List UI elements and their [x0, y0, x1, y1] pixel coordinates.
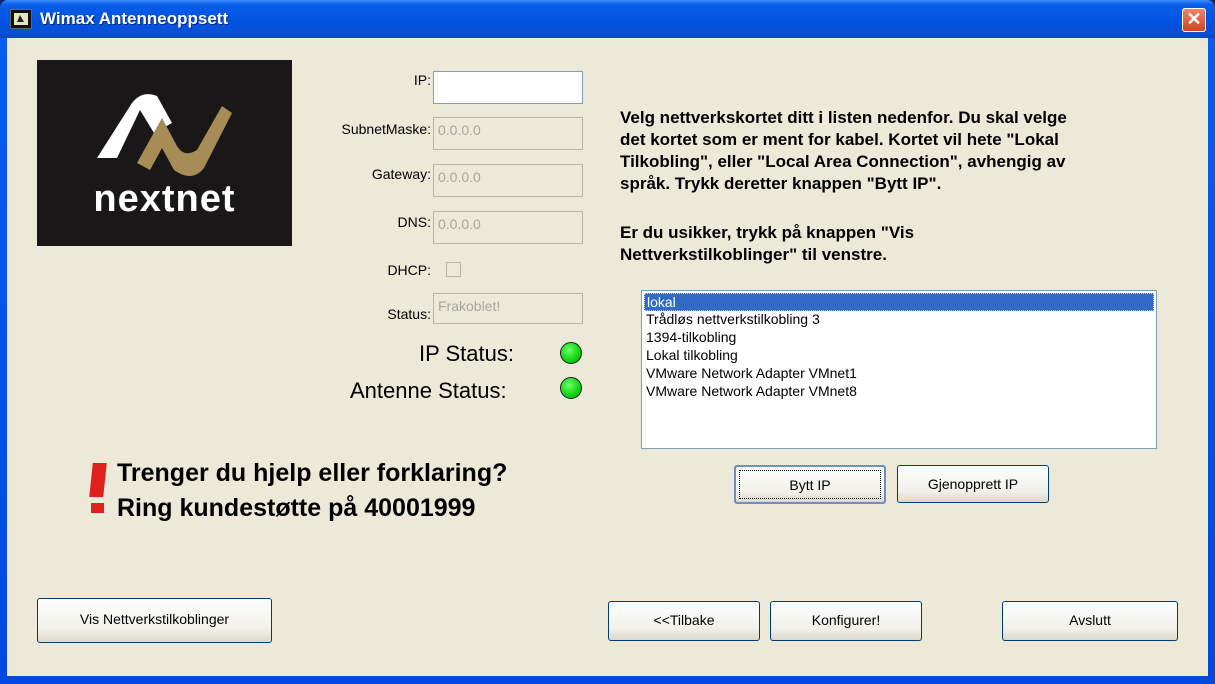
- antenne-status-label: Antenne Status:: [350, 378, 507, 403]
- subnet-label: SubnetMaske:: [341, 121, 432, 137]
- exclamation-icon: [89, 463, 109, 513]
- ip-status-label: IP Status:: [419, 341, 514, 366]
- help-line-2: Ring kundestøtte på 40001999: [117, 494, 476, 522]
- bytt-ip-button[interactable]: Bytt IP: [734, 465, 886, 504]
- antenne-status-led: [560, 377, 582, 399]
- status-label: Status:: [387, 306, 431, 322]
- status-field: Frakoblet!: [433, 293, 583, 324]
- instructions-paragraph-2: Er du usikker, trykk på knappen "Vis Net…: [620, 223, 915, 264]
- list-item[interactable]: Trådløs nettverkstilkobling 3: [644, 311, 1154, 329]
- title-bar[interactable]: Wimax Antenneoppsett ✕: [0, 0, 1215, 38]
- ip-status-led: [560, 342, 582, 364]
- bytt-ip-label: Bytt IP: [739, 470, 881, 499]
- list-item[interactable]: Lokal tilkobling: [644, 347, 1154, 365]
- tilbake-button[interactable]: <<Tilbake: [608, 601, 760, 641]
- gateway-input[interactable]: 0.0.0.0: [433, 164, 583, 197]
- gateway-label: Gateway:: [371, 166, 431, 182]
- avslutt-button[interactable]: Avslutt: [1002, 601, 1178, 641]
- adapter-listbox[interactable]: lokal Trådløs nettverkstilkobling 3 1394…: [641, 290, 1157, 449]
- konfigurer-button[interactable]: Konfigurer!: [770, 601, 922, 641]
- app-window: Wimax Antenneoppsett ✕ nextnet IP: Subne…: [0, 0, 1215, 684]
- ip-input[interactable]: [433, 71, 583, 104]
- gjenopprett-ip-button[interactable]: Gjenopprett IP: [897, 465, 1049, 503]
- list-item[interactable]: lokal: [644, 293, 1154, 311]
- logo-text: nextnet: [93, 178, 236, 220]
- logo-mark-icon: [97, 94, 232, 177]
- instructions-paragraph-1: Velg nettverkskortet ditt i listen neden…: [620, 108, 1067, 193]
- client-area: nextnet IP: SubnetMaske: 0.0.0.0 Gateway…: [7, 38, 1208, 676]
- dns-label: DNS:: [397, 214, 431, 230]
- vis-nettverkstilkoblinger-button[interactable]: Vis Nettverkstilkoblinger: [37, 598, 272, 643]
- window-title: Wimax Antenneoppsett: [40, 9, 229, 28]
- dns-input[interactable]: 0.0.0.0: [433, 211, 583, 244]
- list-item[interactable]: VMware Network Adapter VMnet1: [644, 365, 1154, 383]
- ip-label: IP:: [413, 72, 431, 88]
- subnet-input[interactable]: 0.0.0.0: [433, 117, 583, 150]
- close-button[interactable]: ✕: [1182, 8, 1206, 32]
- app-icon: [10, 9, 32, 29]
- nextnet-logo: nextnet: [37, 60, 292, 246]
- help-line-1: Trenger du hjelp eller forklaring?: [117, 459, 508, 487]
- dhcp-checkbox[interactable]: [446, 262, 461, 277]
- list-item[interactable]: 1394-tilkobling: [644, 329, 1154, 347]
- list-item[interactable]: VMware Network Adapter VMnet8: [644, 383, 1154, 401]
- dhcp-label: DHCP:: [387, 262, 431, 278]
